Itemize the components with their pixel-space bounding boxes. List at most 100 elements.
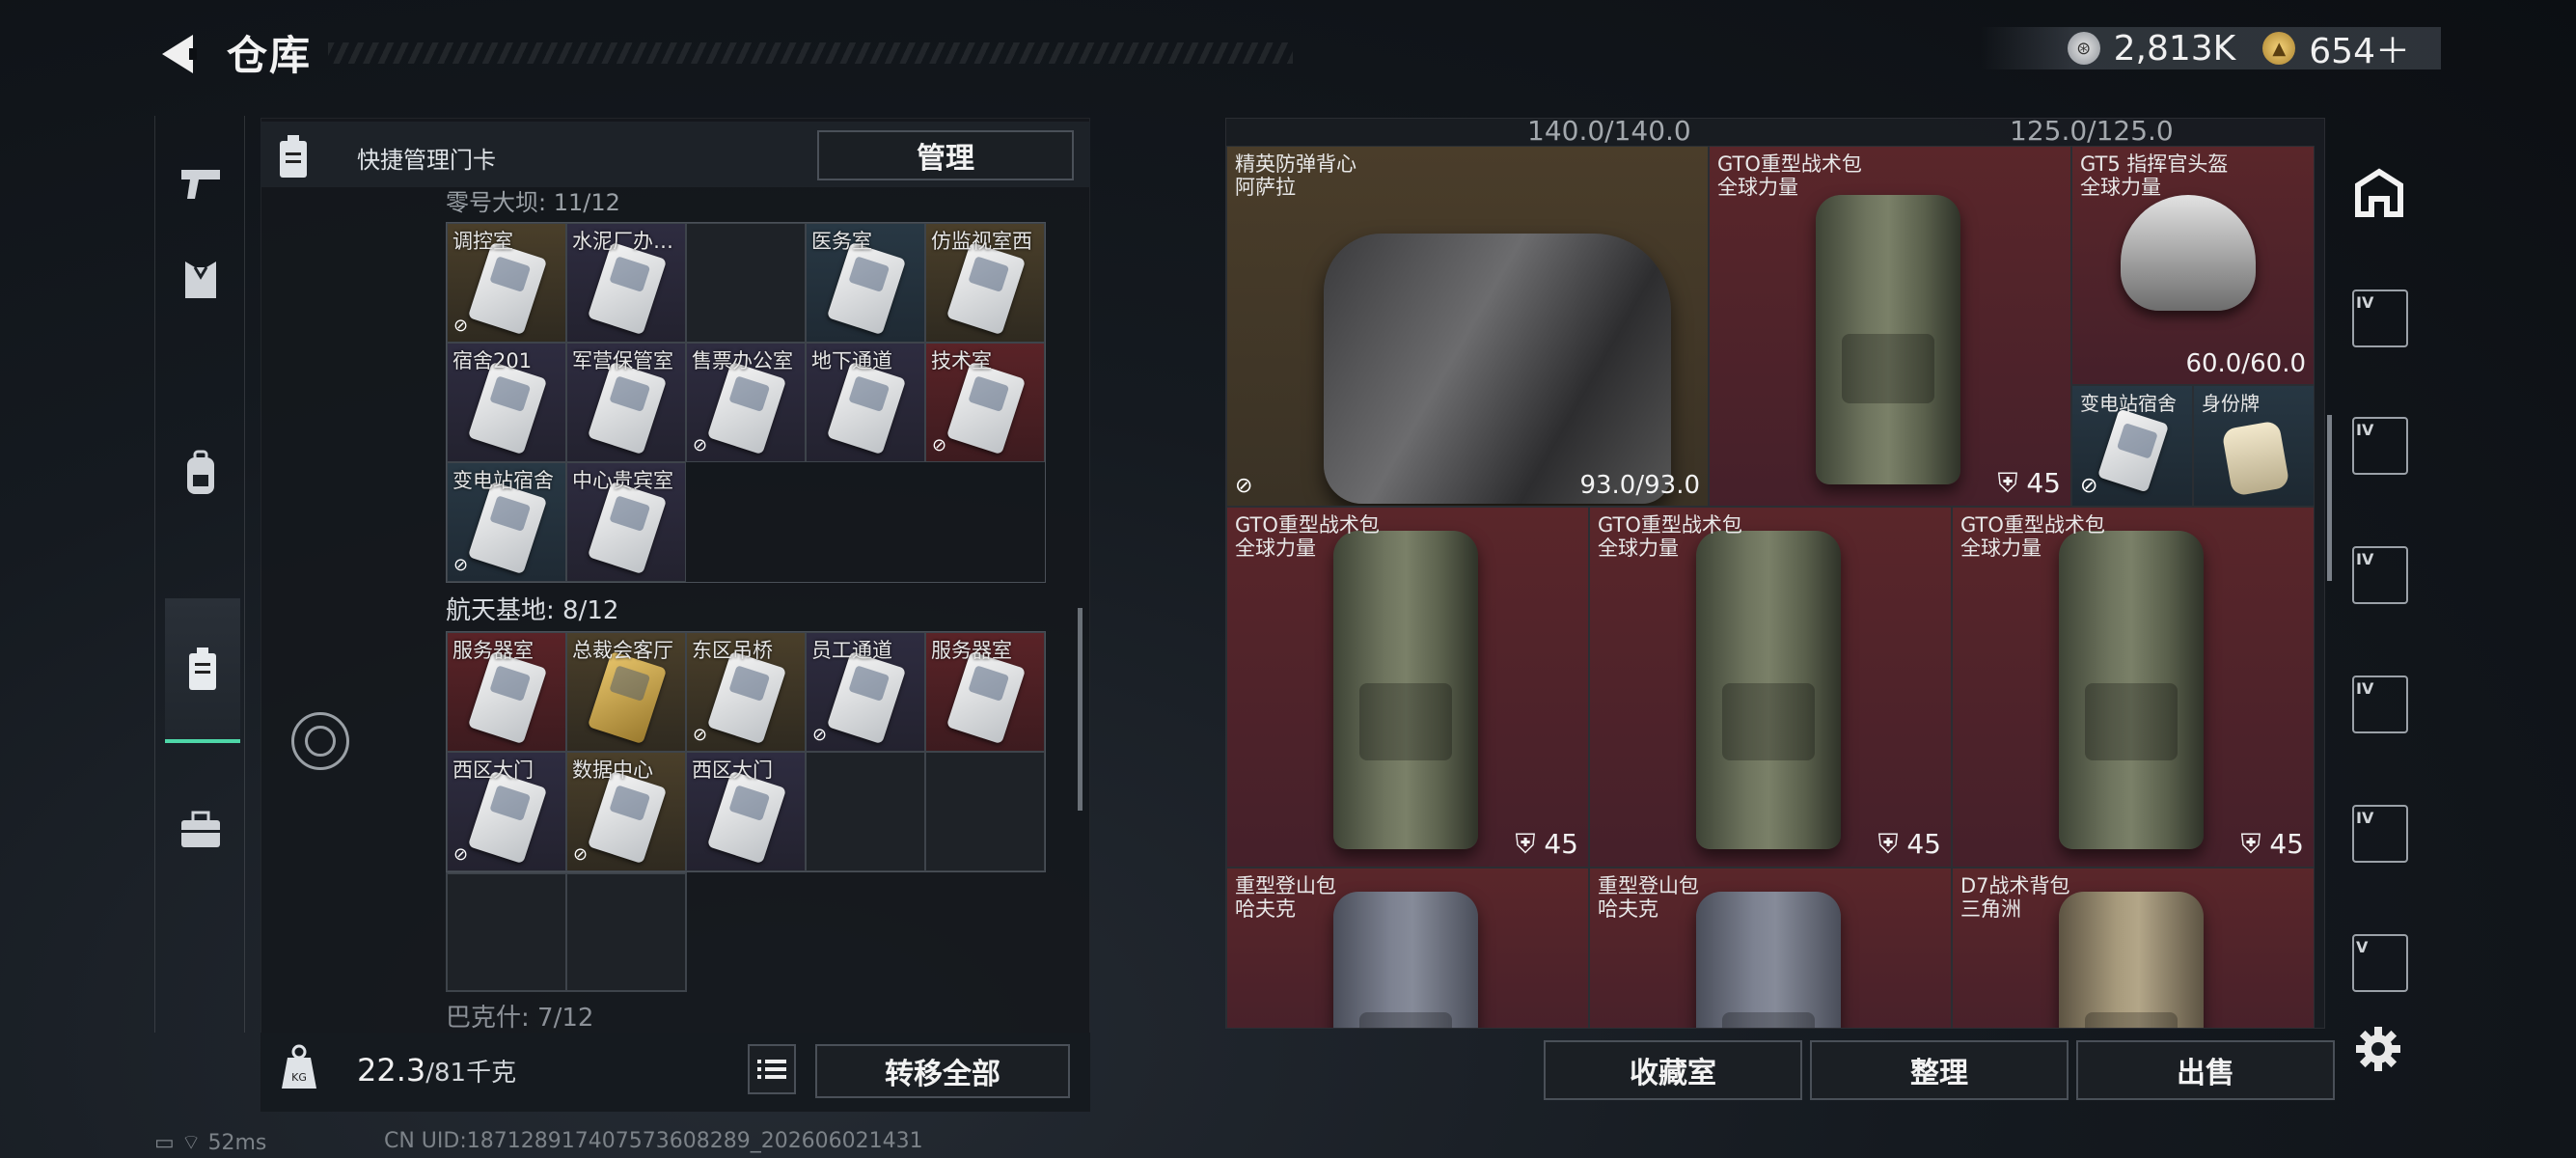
item-name: D7战术背包 — [1960, 874, 2070, 897]
item-helmet[interactable]: GT5 指挥官头盔 全球力量 60.0/60.0 — [2071, 146, 2315, 385]
stash-panel: 140.0/140.0 125.0/125.0 精英防弹背心 阿萨拉 ⊘ 93.0… — [1225, 118, 2325, 1029]
item-keycard[interactable]: 变电站宿舍 ⊘ — [2071, 385, 2193, 507]
item-dogtag[interactable]: 身份牌 — [2193, 385, 2315, 507]
item-brand: 哈夫克 — [1235, 897, 1296, 921]
sort-button[interactable]: 整理 — [1810, 1040, 2069, 1100]
keycard-slot[interactable]: 军营保管室 — [566, 343, 686, 462]
currency-bar: ⊛ 2,813K ▲ 654＋ — [1980, 27, 2441, 71]
keycard-label: 员工通道 — [811, 639, 892, 662]
keycard-image — [587, 241, 668, 336]
transfer-all-button[interactable]: 转移全部 — [815, 1044, 1070, 1098]
keycard-label: 军营保管室 — [572, 349, 673, 372]
right-scrollbar[interactable] — [2327, 415, 2332, 581]
target-icon[interactable] — [291, 712, 349, 770]
keycard-label: 仿监视室西 — [931, 230, 1032, 253]
manage-button[interactable]: 管理 — [817, 130, 1074, 180]
keycard-slot[interactable]: 变电站宿舍 ⊘ — [447, 462, 566, 582]
keycard-image — [826, 241, 907, 336]
sell-button[interactable]: 出售 — [2076, 1040, 2335, 1100]
pistol-icon[interactable] — [167, 145, 234, 222]
header-decoration — [328, 42, 1293, 64]
svg-text:KG: KG — [291, 1071, 307, 1084]
keycard-image — [587, 770, 668, 865]
keycard-case-icon[interactable] — [165, 598, 240, 743]
left-scrollbar[interactable] — [1078, 608, 1082, 811]
keycard-slot[interactable]: 调控室 ⊘ — [447, 223, 566, 343]
container-case-icon[interactable]: V — [2352, 934, 2408, 992]
keycard-slot-empty[interactable] — [447, 873, 566, 991]
backpack-image — [1333, 531, 1478, 849]
item-backpack[interactable]: GTO重型战术包 全球力量 ⛨ 45 — [1589, 507, 1952, 868]
capacity-value: 45 — [1906, 828, 1941, 860]
item-brand: 阿萨拉 — [1235, 176, 1296, 199]
container-case-icon[interactable]: IV — [2352, 290, 2408, 347]
keycard-slot[interactable]: 医务室 — [806, 223, 925, 343]
keycard-grid-overflow — [446, 872, 687, 992]
keycard-slot[interactable]: 服务器室 — [447, 632, 566, 752]
keycard-slot[interactable]: 数据中心 ⊘ — [566, 752, 686, 871]
keycard-slot[interactable]: 服务器室 — [925, 632, 1045, 752]
keycard-slot[interactable]: 员工通道 ⊘ — [806, 632, 925, 752]
item-backpack[interactable]: GTO重型战术包 全球力量 ⛨ 45 — [1226, 507, 1589, 868]
home-container-icon[interactable] — [2348, 156, 2410, 230]
keycard-image — [467, 241, 548, 336]
item-name: GTO重型战术包 — [1598, 513, 1742, 537]
keycard-image — [706, 770, 787, 865]
gear-icon[interactable] — [2354, 1025, 2402, 1073]
uid-text: CN UID:18712891740757360​8289_2026060214… — [384, 1129, 923, 1153]
keycard-slot[interactable]: 总裁会客厅 — [566, 632, 686, 752]
keycard-image — [826, 650, 907, 745]
keycard-slot-empty[interactable] — [806, 752, 925, 871]
item-backpack[interactable]: 重型登山包 哈夫克 — [1589, 868, 1952, 1028]
keycard-slot-empty[interactable] — [686, 223, 806, 343]
keycard-slot[interactable]: 技术室 ⊘ — [925, 343, 1045, 462]
keycard-slot[interactable]: 宿舍201 — [447, 343, 566, 462]
keycard-slot[interactable]: 地下通道 — [806, 343, 925, 462]
keycard-slot[interactable]: 水泥厂办… — [566, 223, 686, 343]
item-backpack[interactable]: GTO重型战术包 全球力量 ⛨ 45 — [1709, 146, 2071, 507]
keycard-slot[interactable]: 东区吊桥 ⊘ — [686, 632, 806, 752]
lock-icon: ⊘ — [453, 555, 469, 575]
item-vest[interactable]: 精英防弹背心 阿萨拉 ⊘ 93.0/93.0 — [1226, 146, 1709, 507]
keycard-image — [587, 481, 668, 575]
item-backpack[interactable]: 重型登山包 哈夫克 — [1226, 868, 1589, 1028]
keycard-label: 东区吊桥 — [692, 639, 773, 662]
container-rail: IV IV IV IV IV V — [2339, 118, 2420, 1029]
backpack-icon[interactable] — [167, 434, 234, 511]
keycard-slot[interactable]: 西区大门 — [686, 752, 806, 871]
container-case-icon[interactable]: IV — [2352, 546, 2408, 604]
vest-icon[interactable] — [167, 241, 234, 318]
item-capacity: ⛨ 45 — [1877, 828, 1941, 860]
container-case-icon[interactable]: IV — [2352, 805, 2408, 863]
container-case-icon[interactable]: IV — [2352, 676, 2408, 733]
list-view-button[interactable] — [748, 1044, 796, 1094]
item-brand: 全球力量 — [1717, 176, 1798, 199]
keycard-slot[interactable]: 售票办公室 ⊘ — [686, 343, 806, 462]
collection-room-button[interactable]: 收藏室 — [1544, 1040, 1802, 1100]
keycard-label: 服务器室 — [452, 639, 534, 662]
keycard-label: 总裁会客厅 — [572, 639, 673, 662]
ping-value: 52ms — [207, 1131, 267, 1155]
section-label-dam: 零号大坝: 11/12 — [446, 189, 620, 216]
keycard-slot[interactable]: 仿监视室西 — [925, 223, 1045, 343]
container-case-icon[interactable]: IV — [2352, 417, 2408, 475]
keycard-image — [945, 241, 1027, 336]
keycard-slot[interactable]: 中心贵宾室 — [566, 462, 686, 582]
keycard-slot-empty[interactable] — [925, 752, 1045, 871]
keycard-label: 地下通道 — [811, 349, 892, 372]
keycard-slot[interactable]: 西区大门 ⊘ — [447, 752, 566, 871]
item-backpack[interactable]: GTO重型战术包 全球力量 ⛨ 45 — [1952, 507, 2315, 868]
currency-premium[interactable]: 654＋ — [2309, 23, 2410, 73]
briefcase-icon[interactable] — [167, 791, 234, 868]
item-brand: 全球力量 — [1598, 537, 1679, 560]
item-name: 重型登山包 — [1235, 874, 1336, 897]
back-arrow-icon[interactable] — [154, 29, 205, 79]
section-label-spacebase: 航天基地: 8/12 — [446, 596, 619, 625]
backpack-image — [2059, 892, 2204, 1028]
item-name: 变电站宿舍 — [2080, 392, 2177, 415]
keycard-slot-empty[interactable] — [566, 873, 686, 991]
item-name: 精英防弹背心 — [1235, 152, 1357, 176]
item-backpack[interactable]: D7战术背包 三角洲 — [1952, 868, 2315, 1028]
item-capacity: ⛨ 45 — [2240, 828, 2304, 860]
backpack-image — [1333, 892, 1478, 1028]
